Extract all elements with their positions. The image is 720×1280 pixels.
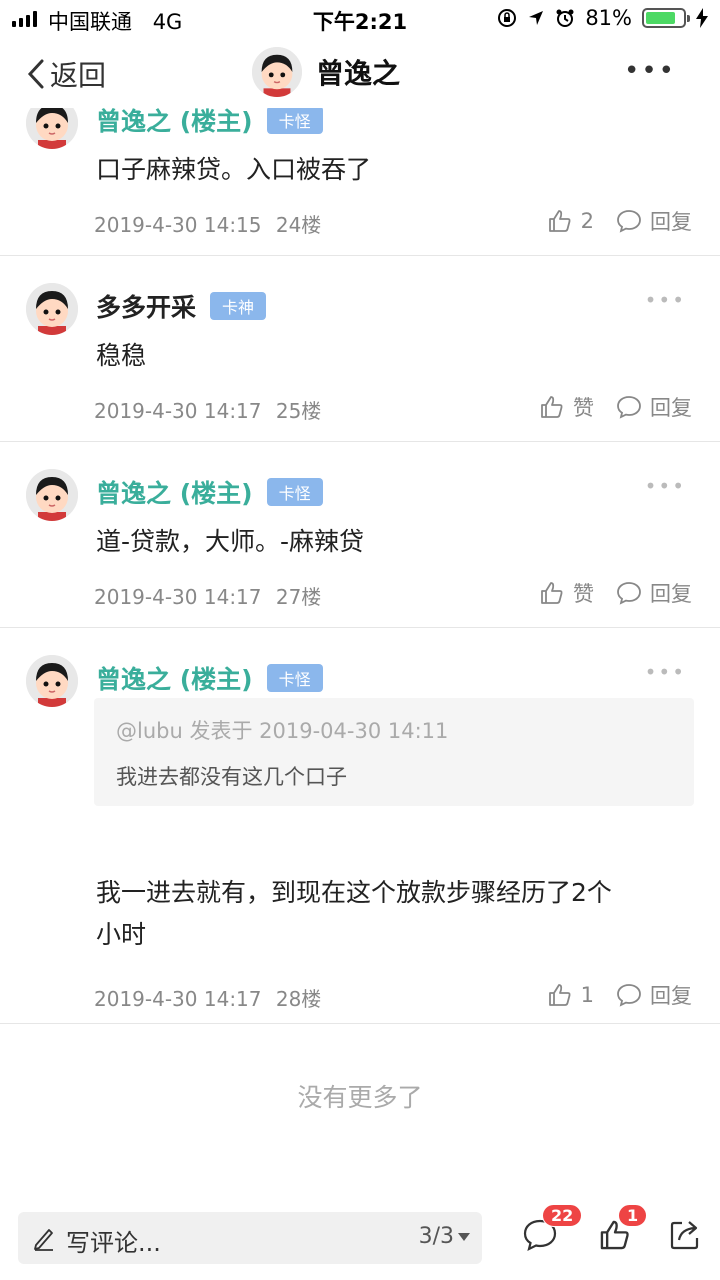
thumb-up-icon xyxy=(548,210,571,232)
reply-post: 曾逸之 (楼主) 卡怪 口子麻辣贷。入口被吞了 2019-4-30 14:15 … xyxy=(0,108,720,256)
quote-text: 我进去都没有这几个口子 xyxy=(116,765,347,789)
end-of-list-text: 没有更多了 xyxy=(297,1083,423,1112)
floor-number: 24楼 xyxy=(275,213,322,237)
share-button[interactable] xyxy=(668,1218,702,1256)
username[interactable]: 曾逸之 (楼主) xyxy=(96,660,253,696)
orientation-lock-icon xyxy=(498,9,517,27)
reply-button[interactable]: 回复 xyxy=(616,980,692,1010)
like-button[interactable]: 1 xyxy=(547,982,594,1008)
nav-bar: 返回 曾逸之 ••• xyxy=(0,38,720,108)
alarm-icon xyxy=(556,9,574,27)
rank-badge: 卡怪 xyxy=(266,108,323,134)
like-button[interactable]: 赞 xyxy=(539,578,594,608)
comment-placeholder: 写评论... xyxy=(66,1229,161,1257)
page-title: 曾逸之 xyxy=(316,57,401,90)
back-label: 返回 xyxy=(50,59,107,92)
reply-label: 回复 xyxy=(650,210,692,234)
reply-post: 曾逸之 (楼主) 卡怪 ••• @lubu 发表于 2019-04-30 14:… xyxy=(0,628,720,1024)
like-count: 2 xyxy=(580,209,594,233)
like-post-button[interactable]: 1 xyxy=(598,1204,648,1256)
more-dots-icon[interactable]: ••• xyxy=(645,288,686,312)
post-content-line: 小时 xyxy=(96,920,147,949)
bottom-bar: 写评论... 3/3 22 1 xyxy=(0,1200,720,1280)
post-time: 2019-4-30 14:15 xyxy=(94,213,262,237)
reply-label: 回复 xyxy=(650,984,692,1008)
rank-badge: 卡神 xyxy=(210,292,267,320)
floor-number: 25楼 xyxy=(275,399,322,423)
avatar[interactable] xyxy=(26,283,78,335)
comment-count-badge: 22 xyxy=(542,1204,583,1227)
reply-button[interactable]: 回复 xyxy=(616,392,692,422)
carrier-name: 中国联通 xyxy=(48,10,132,34)
post-content: 稳稳 xyxy=(96,341,147,370)
like-count: 1 xyxy=(580,983,594,1007)
thumb-up-icon xyxy=(541,582,563,604)
rank-badge: 卡怪 xyxy=(266,478,323,506)
username[interactable]: 曾逸之 (楼主) xyxy=(96,108,253,138)
avatar xyxy=(252,47,302,97)
speech-bubble-icon xyxy=(617,582,641,605)
status-bar: 中国联通 4G 下午2:21 81% xyxy=(0,0,720,38)
more-dots-icon[interactable]: ••• xyxy=(645,474,686,498)
more-dots-icon[interactable]: ••• xyxy=(645,660,686,684)
reply-post: 多多开采 卡神 ••• 稳稳 2019-4-30 14:17 25楼 赞 回复 xyxy=(0,256,720,442)
reply-button[interactable]: 回复 xyxy=(616,578,692,608)
battery-percent: 81% xyxy=(585,6,632,30)
reply-post: 曾逸之 (楼主) 卡怪 ••• 道-贷款，大师。-麻辣贷 2019-4-30 1… xyxy=(0,442,720,628)
quote-header: @lubu 发表于 2019-04-30 14:11 xyxy=(116,719,449,743)
speech-bubble-icon xyxy=(617,210,641,233)
speech-bubble-icon xyxy=(617,396,641,419)
more-dots-icon[interactable]: ••• xyxy=(624,56,676,86)
username[interactable]: 多多开采 xyxy=(96,288,196,324)
page-selector[interactable]: 3/3 xyxy=(419,1224,470,1249)
rank-badge: 卡怪 xyxy=(266,664,323,692)
post-time: 2019-4-30 14:17 xyxy=(94,399,262,423)
username[interactable]: 曾逸之 (楼主) xyxy=(96,474,253,510)
comment-input[interactable]: 写评论... 3/3 xyxy=(18,1212,482,1264)
floor-number: 28楼 xyxy=(275,987,322,1011)
share-icon xyxy=(670,1221,699,1250)
post-content: 我一进去就有，到现在这个放款步骤经历了2个 小时 xyxy=(96,872,686,956)
like-count: 赞 xyxy=(573,582,594,606)
post-content-line: 我一进去就有，到现在这个放款步骤经历了2个 xyxy=(96,878,612,907)
post-time: 2019-4-30 14:17 xyxy=(94,987,262,1011)
speech-bubble-icon xyxy=(617,984,641,1007)
avatar[interactable] xyxy=(26,108,78,149)
like-button[interactable]: 赞 xyxy=(539,392,594,422)
network-type: 4G xyxy=(152,10,183,34)
post-content: 道-贷款，大师。-麻辣贷 xyxy=(96,527,365,556)
post-time: 2019-4-30 14:17 xyxy=(94,585,262,609)
thumb-up-icon xyxy=(548,984,571,1006)
avatar[interactable] xyxy=(26,469,78,521)
reply-feed: 曾逸之 (楼主) 卡怪 口子麻辣贷。入口被吞了 2019-4-30 14:15 … xyxy=(0,108,720,1188)
comments-button[interactable]: 22 xyxy=(522,1204,583,1256)
battery-icon xyxy=(642,8,690,28)
reply-label: 回复 xyxy=(650,396,692,420)
signal-icon xyxy=(12,11,37,27)
quoted-reply[interactable]: @lubu 发表于 2019-04-30 14:11 我进去都没有这几个口子 xyxy=(94,698,694,806)
like-count: 赞 xyxy=(573,396,594,420)
like-count-badge: 1 xyxy=(618,1204,648,1227)
reply-label: 回复 xyxy=(650,582,692,606)
chevron-left-icon xyxy=(27,59,44,89)
charging-icon xyxy=(696,8,708,28)
back-button[interactable]: 返回 xyxy=(26,54,106,94)
avatar[interactable] xyxy=(26,655,78,707)
like-button[interactable]: 2 xyxy=(547,208,594,234)
pen-icon xyxy=(34,1229,53,1251)
caret-down-icon xyxy=(458,1232,470,1241)
reply-button[interactable]: 回复 xyxy=(616,206,692,236)
nav-user[interactable]: 曾逸之 xyxy=(252,47,400,97)
post-content: 口子麻辣贷。入口被吞了 xyxy=(96,155,372,184)
page-indicator: 3/3 xyxy=(418,1224,454,1249)
floor-number: 27楼 xyxy=(275,585,322,609)
thumb-up-icon xyxy=(541,396,563,418)
location-icon xyxy=(529,11,544,25)
